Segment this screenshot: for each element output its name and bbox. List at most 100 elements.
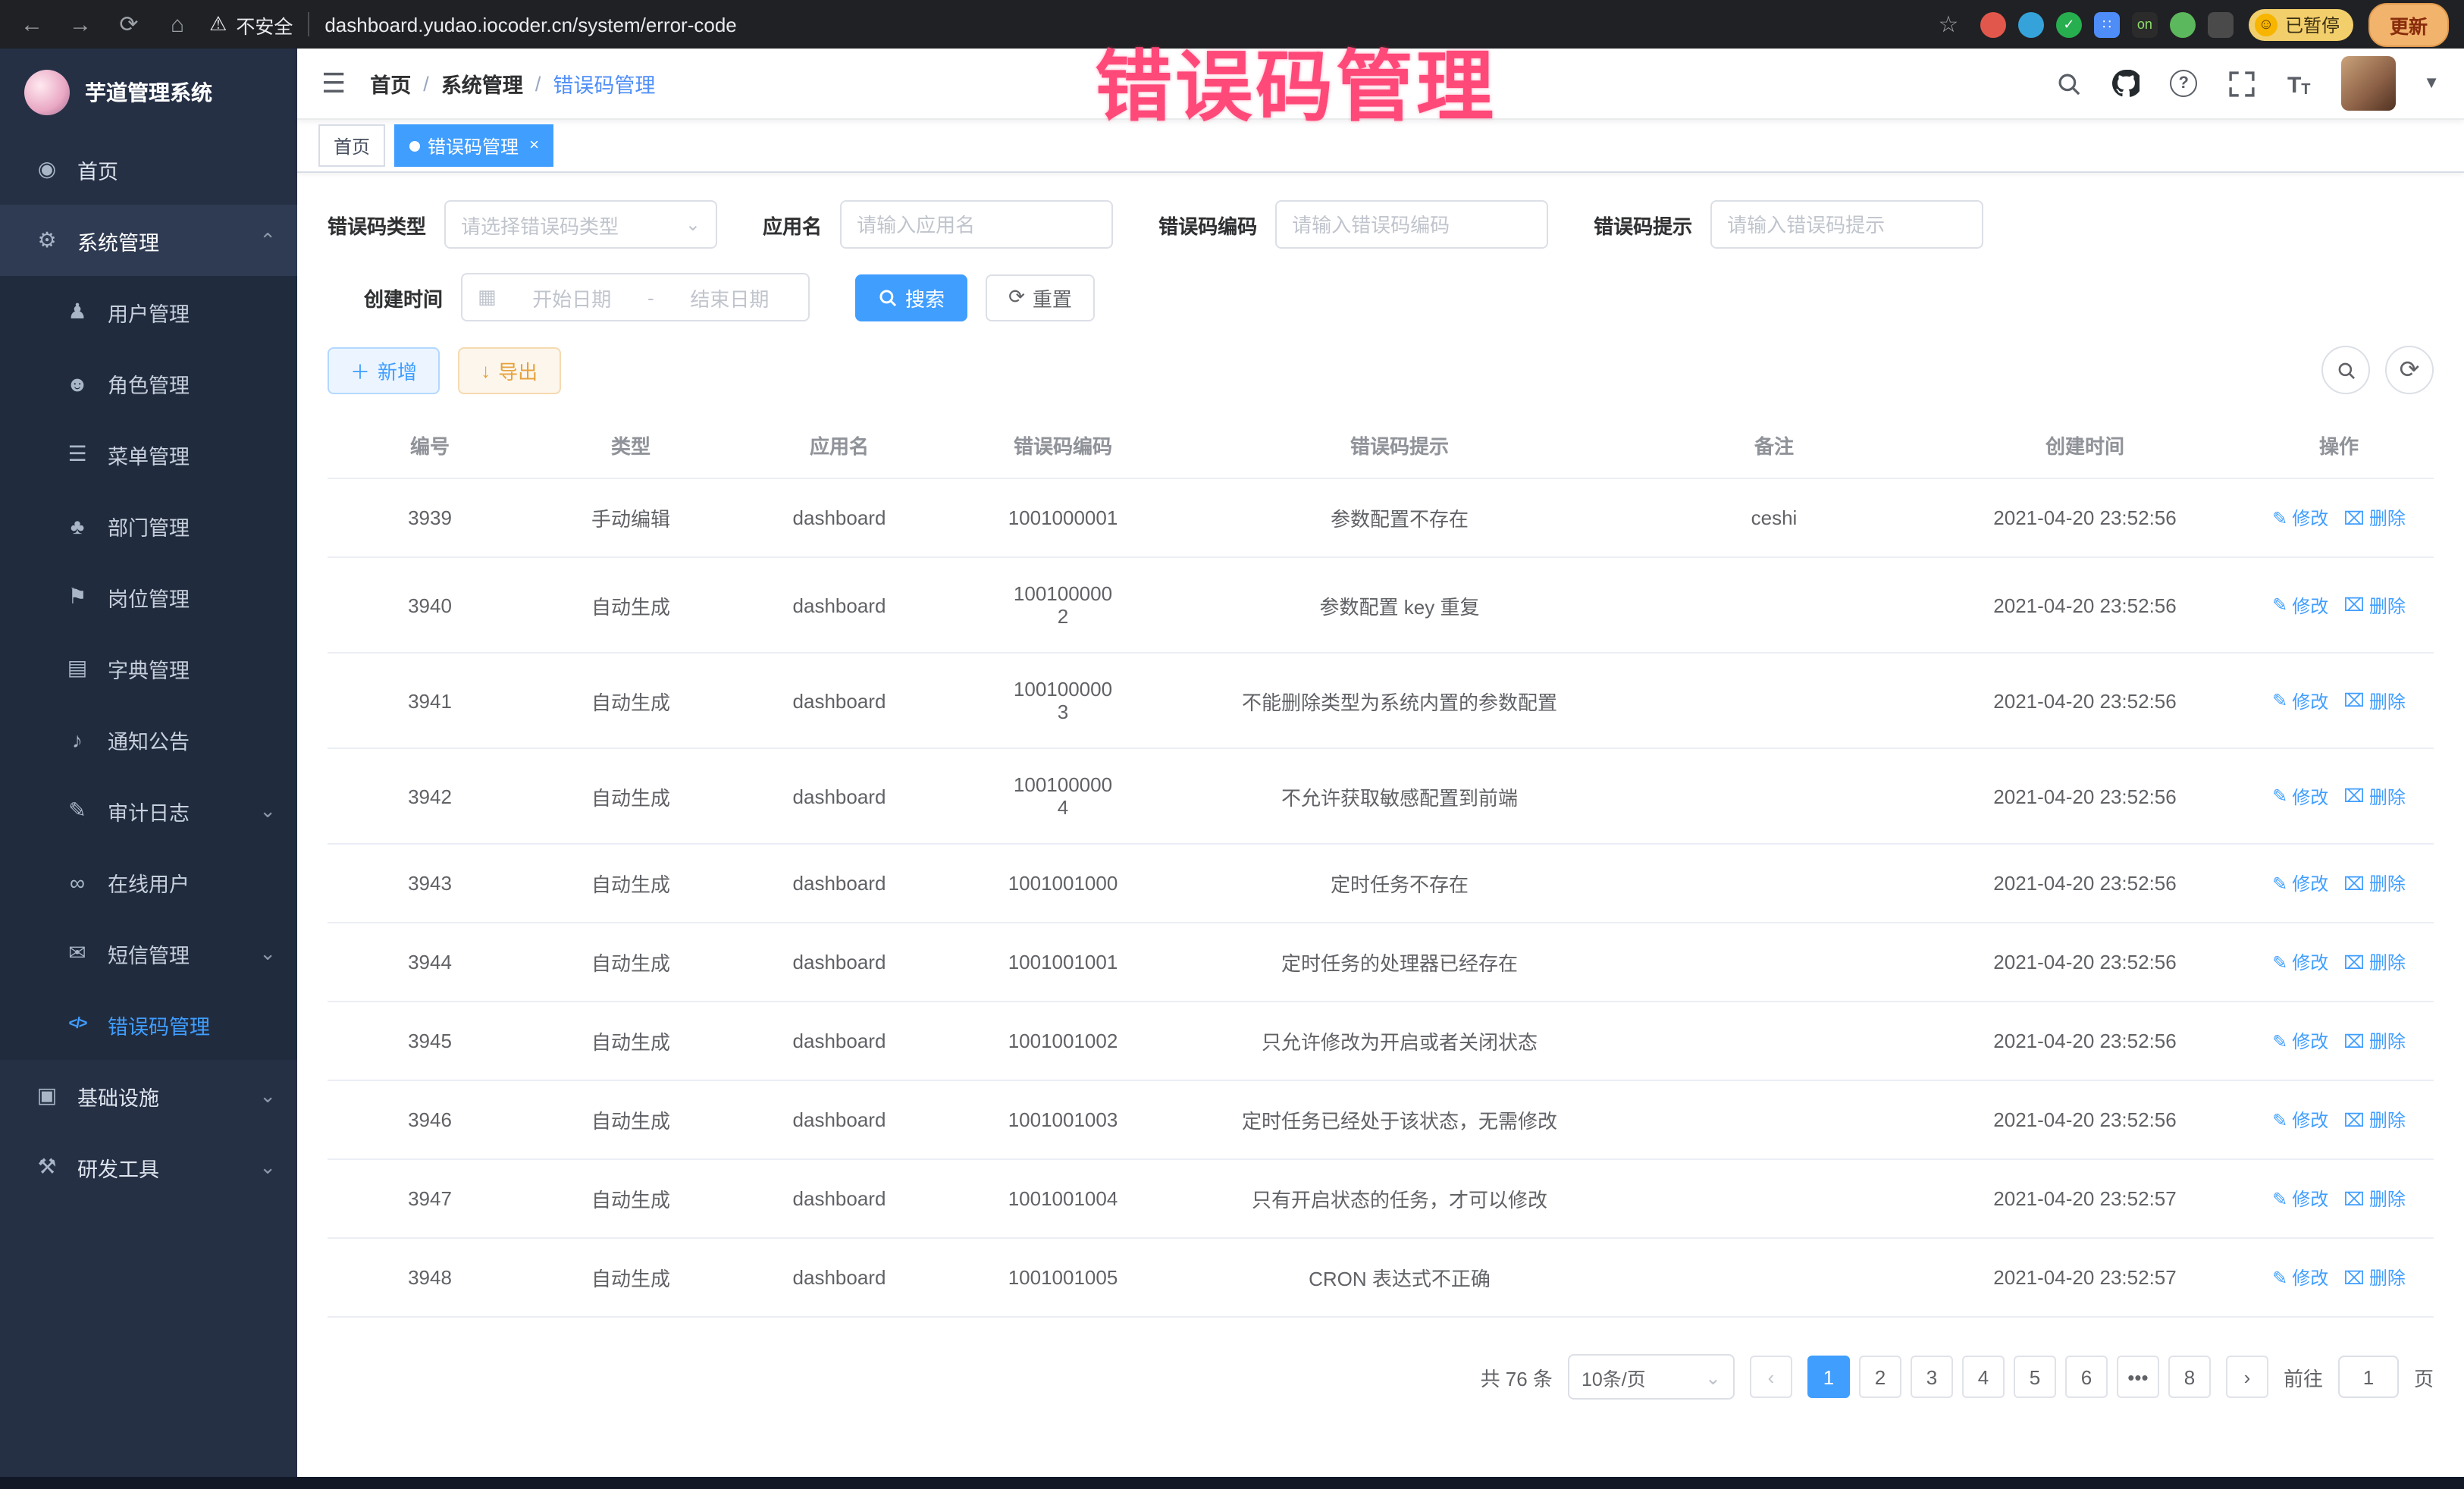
sidebar-item-错误码管理[interactable]: </>错误码管理 bbox=[0, 989, 297, 1060]
delete-link[interactable]: ⌧删除 bbox=[2343, 949, 2406, 975]
page-button-4[interactable]: 4 bbox=[1962, 1356, 2005, 1398]
sidebar-item-部门管理[interactable]: ♣部门管理 bbox=[0, 490, 297, 561]
sidebar-item-系统管理[interactable]: ⚙系统管理⌃ bbox=[0, 205, 297, 276]
breadcrumb-item[interactable]: 系统管理 bbox=[441, 68, 523, 99]
refresh-table-button[interactable]: ⟳ bbox=[2385, 346, 2434, 394]
toggle-search-button[interactable] bbox=[2321, 346, 2370, 394]
edit-link[interactable]: ✎修改 bbox=[2272, 592, 2328, 618]
delete-link[interactable]: ⌧删除 bbox=[2343, 688, 2406, 713]
error-code-input[interactable] bbox=[1275, 200, 1548, 249]
fullscreen-icon[interactable] bbox=[2226, 68, 2256, 99]
search-icon[interactable] bbox=[2053, 68, 2083, 99]
date-range-picker[interactable]: ▦ 开始日期 - 结束日期 bbox=[461, 273, 810, 321]
security-chip[interactable]: ⚠ 不安全 bbox=[209, 10, 293, 39]
delete-link[interactable]: ⌧删除 bbox=[2343, 1186, 2406, 1212]
reset-button[interactable]: ⟳ 重置 bbox=[986, 274, 1095, 321]
sidebar-item-岗位管理[interactable]: ⚑岗位管理 bbox=[0, 561, 297, 632]
edit-link[interactable]: ✎修改 bbox=[2272, 688, 2328, 713]
delete-link[interactable]: ⌧删除 bbox=[2343, 1028, 2406, 1054]
user-avatar[interactable] bbox=[2341, 56, 2396, 111]
edit-link[interactable]: ✎修改 bbox=[2272, 1265, 2328, 1290]
link-icon: ∞ bbox=[61, 870, 94, 894]
font-size-icon[interactable]: TT bbox=[2284, 68, 2314, 99]
more-pages-button[interactable]: ••• bbox=[2117, 1356, 2159, 1398]
page-size-select[interactable]: 10条/页 ⌄ bbox=[1568, 1354, 1735, 1400]
delete-link[interactable]: ⌧删除 bbox=[2343, 505, 2406, 531]
extension-on-icon[interactable]: on bbox=[2132, 11, 2158, 37]
chevron-down-icon[interactable]: ▼ bbox=[2423, 74, 2440, 92]
bookmark-star-icon[interactable]: ☆ bbox=[1932, 8, 1965, 41]
add-button[interactable]: ＋ 新增 bbox=[328, 346, 440, 393]
hamburger-icon[interactable]: ☰ bbox=[321, 67, 346, 99]
delete-link[interactable]: ⌧删除 bbox=[2343, 592, 2406, 618]
sidebar-item-字典管理[interactable]: ▤字典管理 bbox=[0, 632, 297, 704]
sidebar-item-菜单管理[interactable]: ☰菜单管理 bbox=[0, 418, 297, 490]
sidebar-item-角色管理[interactable]: ☻角色管理 bbox=[0, 347, 297, 418]
prev-page-button[interactable]: ‹ bbox=[1750, 1356, 1792, 1398]
close-icon[interactable]: × bbox=[529, 136, 539, 155]
profile-paused-badge[interactable]: ☺ 已暂停 bbox=[2249, 8, 2353, 40]
update-button[interactable]: 更新 bbox=[2368, 2, 2449, 46]
extension-red-circle-icon[interactable] bbox=[1980, 11, 2006, 37]
home-icon[interactable]: ⌂ bbox=[161, 8, 194, 41]
edit-link[interactable]: ✎修改 bbox=[2272, 783, 2328, 809]
edit-link[interactable]: ✎修改 bbox=[2272, 505, 2328, 531]
github-icon[interactable] bbox=[2111, 68, 2141, 99]
sidebar-item-短信管理[interactable]: ✉短信管理⌄ bbox=[0, 917, 297, 989]
cell-hint: 定时任务已经处于该状态，无需修改 bbox=[1177, 1080, 1622, 1159]
next-page-button[interactable]: › bbox=[2226, 1356, 2268, 1398]
extension-green-circle-icon[interactable] bbox=[2170, 11, 2196, 37]
edit-link[interactable]: ✎修改 bbox=[2272, 949, 2328, 975]
edit-link[interactable]: ✎修改 bbox=[2272, 1028, 2328, 1054]
edit-link[interactable]: ✎修改 bbox=[2272, 1107, 2328, 1133]
page-button-6[interactable]: 6 bbox=[2065, 1356, 2108, 1398]
sidebar-item-用户管理[interactable]: ♟用户管理 bbox=[0, 276, 297, 347]
tab-错误码管理[interactable]: 错误码管理× bbox=[394, 124, 554, 167]
delete-link[interactable]: ⌧删除 bbox=[2343, 783, 2406, 809]
extension-blue-grid-icon[interactable]: ∷ bbox=[2094, 11, 2120, 37]
extension-green-check-icon[interactable]: ✓ bbox=[2056, 11, 2082, 37]
page-button-8[interactable]: 8 bbox=[2168, 1356, 2211, 1398]
document-icon: ✎ bbox=[61, 798, 94, 823]
error-type-select[interactable]: 请选择错误码类型 ⌄ bbox=[444, 200, 717, 249]
page-button-3[interactable]: 3 bbox=[1911, 1356, 1953, 1398]
app-logo[interactable]: 芋道管理系统 bbox=[0, 49, 297, 133]
address-bar[interactable]: dashboard.yudao.iocoder.cn/system/error-… bbox=[324, 13, 736, 36]
badge-icon: ⚑ bbox=[61, 584, 94, 610]
search-button[interactable]: 搜索 bbox=[855, 274, 967, 321]
delete-link[interactable]: ⌧删除 bbox=[2343, 870, 2406, 896]
extension-puzzle-icon[interactable] bbox=[2208, 11, 2234, 37]
page-button-5[interactable]: 5 bbox=[2014, 1356, 2056, 1398]
table-toolbar: ＋ 新增 ↓ 导出 ⟳ bbox=[328, 346, 2434, 394]
sidebar-item-通知公告[interactable]: ♪通知公告 bbox=[0, 704, 297, 775]
tab-首页[interactable]: 首页 bbox=[318, 124, 385, 167]
reload-icon[interactable]: ⟳ bbox=[112, 8, 146, 41]
download-icon: ↓ bbox=[481, 359, 491, 381]
sidebar-item-首页[interactable]: ◉首页 bbox=[0, 133, 297, 205]
extension-teal-drop-icon[interactable] bbox=[2018, 11, 2044, 37]
sidebar-item-在线用户[interactable]: ∞在线用户 bbox=[0, 846, 297, 917]
delete-link[interactable]: ⌧删除 bbox=[2343, 1107, 2406, 1133]
app-name-input[interactable] bbox=[840, 200, 1113, 249]
cell-time: 2021-04-20 23:52:57 bbox=[1926, 1238, 2244, 1317]
error-hint-input[interactable] bbox=[1710, 200, 1983, 249]
export-button[interactable]: ↓ 导出 bbox=[458, 346, 560, 393]
edit-link[interactable]: ✎修改 bbox=[2272, 870, 2328, 896]
goto-page-input[interactable] bbox=[2338, 1356, 2399, 1398]
help-icon[interactable]: ? bbox=[2168, 68, 2199, 99]
cell-code: 100100000 4 bbox=[949, 748, 1177, 844]
goto-label: 前往 bbox=[2284, 1362, 2323, 1391]
page-button-2[interactable]: 2 bbox=[1859, 1356, 1901, 1398]
page-button-1[interactable]: 1 bbox=[1807, 1356, 1850, 1398]
delete-link[interactable]: ⌧删除 bbox=[2343, 1265, 2406, 1290]
code-icon: </> bbox=[61, 1016, 94, 1033]
forward-icon[interactable]: → bbox=[64, 8, 97, 41]
breadcrumb-item[interactable]: 首页 bbox=[370, 68, 411, 99]
filter-label-hint: 错误码提示 bbox=[1594, 210, 1692, 239]
sidebar-item-基础设施[interactable]: ▣基础设施⌄ bbox=[0, 1060, 297, 1131]
edit-link[interactable]: ✎修改 bbox=[2272, 1186, 2328, 1212]
select-placeholder: 请选择错误码类型 bbox=[461, 210, 619, 239]
sidebar-item-研发工具[interactable]: ⚒研发工具⌄ bbox=[0, 1131, 297, 1202]
back-icon[interactable]: ← bbox=[15, 8, 49, 41]
sidebar-item-审计日志[interactable]: ✎审计日志⌄ bbox=[0, 775, 297, 846]
